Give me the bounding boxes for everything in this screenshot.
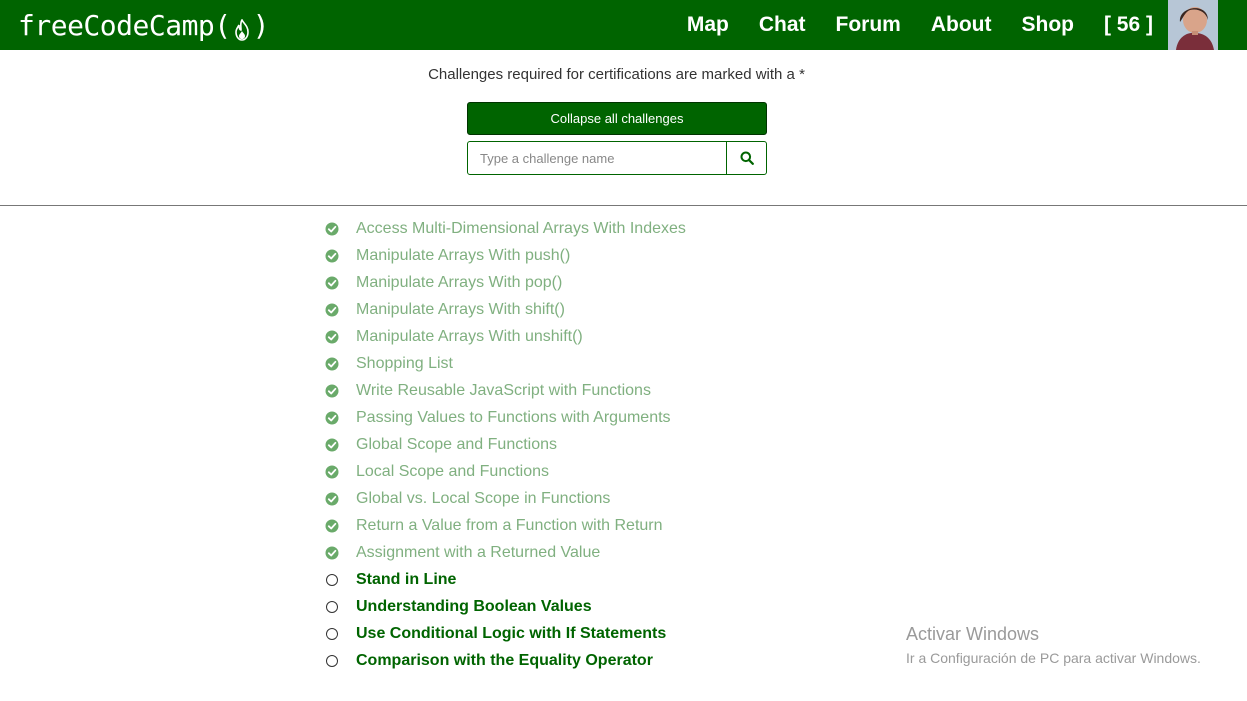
challenge-item[interactable]: Global Scope and Functions [325,431,686,458]
challenge-item[interactable]: Manipulate Arrays With shift() [325,296,686,323]
points-counter[interactable]: [ 56 ] [1104,13,1153,37]
challenge-item[interactable]: Passing Values to Functions with Argumen… [325,404,686,431]
challenge-item[interactable]: Assignment with a Returned Value [325,539,686,566]
check-circle-icon [325,546,339,559]
challenge-title[interactable]: Stand in Line [356,571,456,589]
windows-activation-title: Activar Windows [906,624,1040,644]
empty-circle-icon [326,573,338,586]
challenge-title[interactable]: Manipulate Arrays With shift() [356,301,565,319]
empty-circle-icon [326,600,338,613]
check-circle-icon [325,330,339,343]
challenge-title[interactable]: Return a Value from a Function with Retu… [356,517,663,535]
search-icon [740,151,754,165]
nav-link-about[interactable]: About [931,13,992,37]
challenge-item[interactable]: Manipulate Arrays With push() [325,242,686,269]
challenge-title[interactable]: Manipulate Arrays With unshift() [356,328,583,346]
challenge-title[interactable]: Shopping List [356,355,453,373]
challenge-title[interactable]: Global Scope and Functions [356,436,557,454]
check-circle-icon [325,519,339,532]
challenge-title[interactable]: Local Scope and Functions [356,463,549,481]
check-circle-icon [325,492,339,505]
empty-circle-icon [326,627,338,640]
flame-icon [233,15,251,41]
challenge-item[interactable]: Use Conditional Logic with If Statements [325,620,686,647]
nav-link-chat[interactable]: Chat [759,13,806,37]
nav-link-forum[interactable]: Forum [836,13,901,37]
check-circle-icon [325,411,339,424]
challenge-title[interactable]: Understanding Boolean Values [356,598,592,616]
challenge-item[interactable]: Write Reusable JavaScript with Functions [325,377,686,404]
user-avatar[interactable] [1168,0,1218,50]
check-circle-icon [325,438,339,451]
challenge-title[interactable]: Comparison with the Equality Operator [356,652,653,670]
windows-activation-subtitle: Ir a Configuración de PC para activar Wi… [906,650,1201,666]
check-circle-icon [325,249,339,262]
brand-logo[interactable]: freeCodeCamp( ) [18,5,270,45]
challenge-search [467,141,767,175]
check-circle-icon [325,357,339,370]
top-navbar: freeCodeCamp( ) Map Chat Forum About Sho… [0,0,1247,50]
challenge-title[interactable]: Manipulate Arrays With push() [356,247,570,265]
check-circle-icon [325,384,339,397]
challenge-title[interactable]: Write Reusable JavaScript with Functions [356,382,651,400]
challenge-title[interactable]: Access Multi-Dimensional Arrays With Ind… [356,220,686,238]
check-circle-icon [325,465,339,478]
challenge-list-viewport: Access Multi-Dimensional Arrays With Ind… [0,206,1247,701]
nav-links: Map Chat Forum About Shop [ 56 ] [657,0,1153,50]
challenge-item[interactable]: Comparison with the Equality Operator [325,647,686,674]
challenge-item[interactable]: Local Scope and Functions [325,458,686,485]
search-button[interactable] [726,142,766,174]
challenge-title[interactable]: Manipulate Arrays With pop() [356,274,562,292]
challenge-search-input[interactable] [468,142,726,174]
challenge-title[interactable]: Passing Values to Functions with Argumen… [356,409,671,427]
challenge-item[interactable]: Shopping List [325,350,686,377]
certification-note: Challenges required for certifications a… [428,66,805,83]
challenge-item[interactable]: Manipulate Arrays With pop() [325,269,686,296]
brand-paren-open: ( [214,8,231,42]
challenge-list: Access Multi-Dimensional Arrays With Ind… [325,215,686,674]
challenge-title[interactable]: Assignment with a Returned Value [356,544,600,562]
challenge-title[interactable]: Use Conditional Logic with If Statements [356,625,666,643]
check-circle-icon [325,303,339,316]
challenge-item[interactable]: Return a Value from a Function with Retu… [325,512,686,539]
brand-paren-close: ) [252,8,270,42]
challenge-item[interactable]: Understanding Boolean Values [325,593,686,620]
brand-name: freeCodeCamp [18,8,215,42]
challenge-item[interactable]: Stand in Line [325,566,686,593]
nav-link-map[interactable]: Map [687,13,729,37]
check-circle-icon [325,222,339,235]
challenge-item[interactable]: Access Multi-Dimensional Arrays With Ind… [325,215,686,242]
nav-link-shop[interactable]: Shop [1021,13,1074,37]
challenge-item[interactable]: Manipulate Arrays With unshift() [325,323,686,350]
challenge-item[interactable]: Global vs. Local Scope in Functions [325,485,686,512]
empty-circle-icon [326,654,338,667]
collapse-all-button[interactable]: Collapse all challenges [467,102,767,135]
challenge-title[interactable]: Global vs. Local Scope in Functions [356,490,610,508]
check-circle-icon [325,276,339,289]
